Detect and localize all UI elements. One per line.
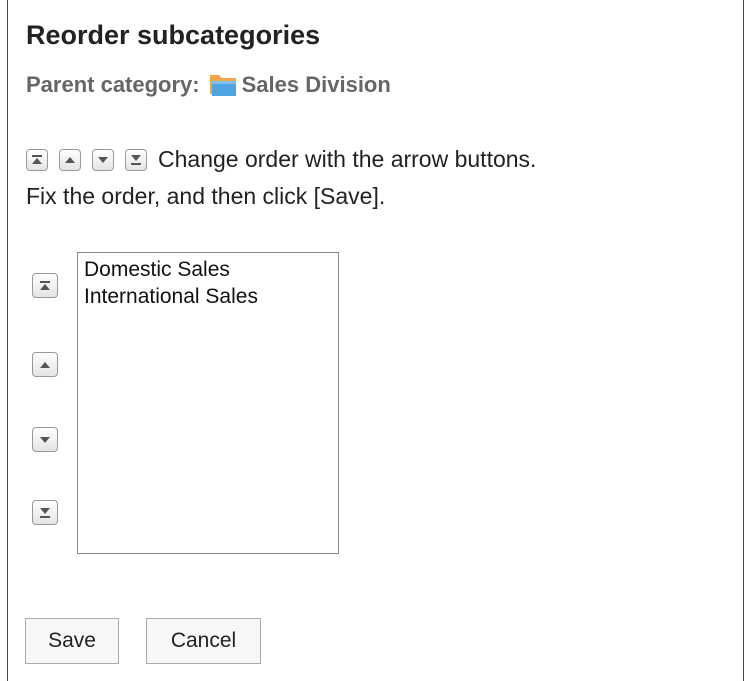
move-down-icon — [40, 436, 50, 443]
move-to-top-button[interactable] — [26, 148, 48, 171]
move-down-button[interactable] — [92, 148, 114, 171]
side-move-to-bottom-button[interactable] — [32, 500, 58, 525]
side-move-down-button[interactable] — [32, 427, 58, 452]
side-move-up-button[interactable] — [32, 352, 58, 377]
instruction-line-1: Change order with the arrow buttons. — [26, 146, 536, 173]
parent-category: Parent category: Sales Division — [26, 72, 391, 98]
page-title: Reorder subcategories — [26, 20, 321, 50]
instruction-text-1: Change order with the arrow buttons. — [158, 146, 537, 172]
move-to-top-icon — [40, 280, 50, 290]
instruction-line-2: Fix the order, and then click [Save]. — [26, 183, 386, 209]
move-to-bottom-icon — [40, 507, 50, 518]
move-to-top-icon — [32, 154, 42, 164]
side-move-to-top-button[interactable] — [32, 273, 58, 298]
save-button[interactable]: Save — [25, 618, 119, 664]
folder-icon — [208, 72, 238, 98]
list-item[interactable]: International Sales — [84, 283, 338, 310]
move-up-icon — [65, 156, 75, 163]
move-to-bottom-button[interactable] — [125, 148, 147, 171]
parent-category-label: Parent category: — [26, 72, 200, 97]
subcategory-listbox[interactable]: Domestic Sales International Sales — [77, 252, 339, 554]
parent-category-name: Sales Division — [241, 72, 391, 97]
move-down-icon — [98, 156, 108, 163]
list-item[interactable]: Domestic Sales — [84, 256, 338, 283]
move-up-button[interactable] — [59, 148, 81, 171]
cancel-button[interactable]: Cancel — [146, 618, 261, 664]
move-to-bottom-icon — [131, 154, 141, 165]
move-up-icon — [40, 361, 50, 368]
